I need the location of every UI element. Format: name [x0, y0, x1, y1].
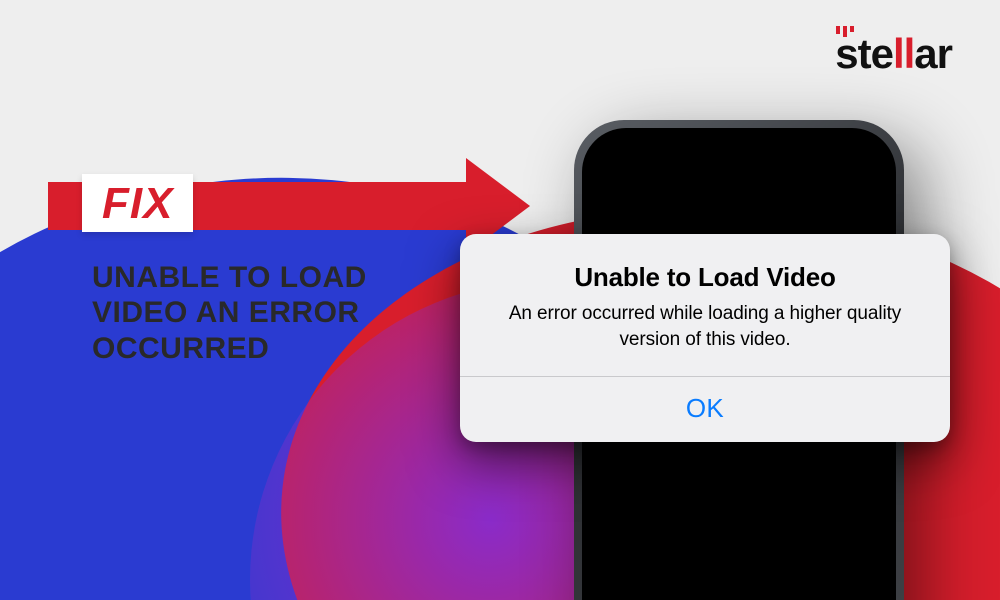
headline-text: UNABLE TO LOAD VIDEO AN ERROR OCCURRED [92, 260, 422, 366]
logo-text-l1: l [893, 30, 904, 78]
logo-text-pre: ste [835, 30, 893, 77]
stellar-logo: stellar [835, 30, 952, 78]
logo-text-post: ar [914, 30, 952, 77]
ios-alert-dialog: Unable to Load Video An error occurred w… [460, 234, 950, 442]
phone-notch-icon [654, 128, 824, 158]
promo-canvas: stellar FIX UNABLE TO LOAD VIDEO AN ERRO… [0, 0, 1000, 600]
alert-content: Unable to Load Video An error occurred w… [460, 234, 950, 376]
fix-badge: FIX [82, 174, 193, 232]
logo-text-l2: l [904, 30, 915, 78]
logo-accent-bars-icon [836, 26, 854, 37]
alert-message: An error occurred while loading a higher… [490, 301, 920, 352]
alert-title: Unable to Load Video [490, 262, 920, 293]
alert-ok-button[interactable]: OK [460, 377, 950, 442]
fix-arrow-banner: FIX [48, 160, 548, 240]
